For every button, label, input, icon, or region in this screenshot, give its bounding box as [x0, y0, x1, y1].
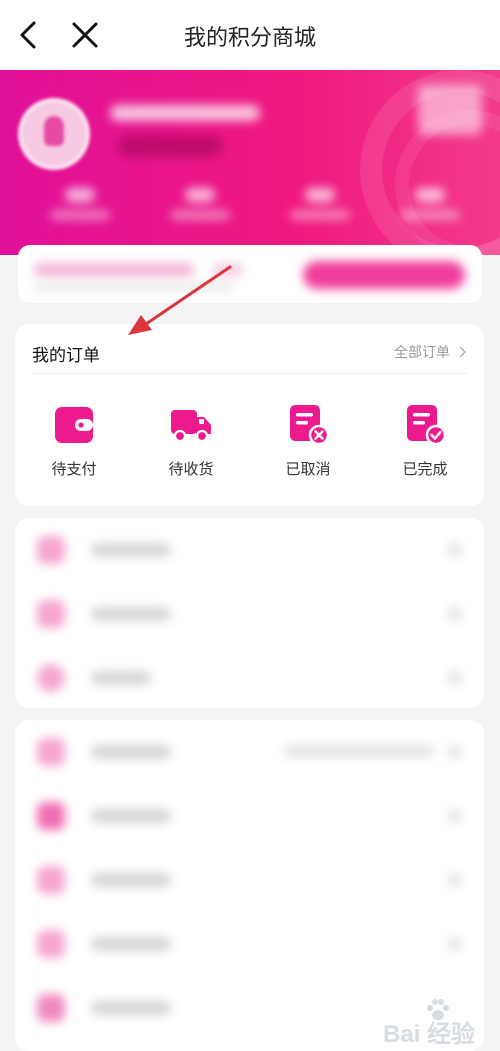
blurred-stat[interactable] — [395, 188, 465, 226]
chevron-right-icon — [448, 937, 462, 951]
baidu-watermark: Bai 经验 — [383, 998, 493, 1048]
blurred-member-badge — [118, 135, 223, 157]
order-status-label: 已完成 — [402, 460, 448, 478]
blurred-header-action[interactable] — [418, 85, 482, 135]
avatar[interactable] — [18, 98, 90, 170]
menu-row[interactable] — [15, 912, 484, 976]
chevron-right-icon — [448, 873, 462, 887]
page-title: 我的积分商城 — [183, 26, 316, 51]
menu-row[interactable] — [15, 518, 484, 582]
menu-row[interactable] — [15, 582, 484, 646]
chevron-right-icon — [448, 671, 462, 685]
blurred-banner-button[interactable] — [303, 261, 465, 289]
blurred-banner-tag — [213, 263, 243, 277]
blurred-menu-label — [91, 671, 151, 685]
blurred-menu-label — [91, 1001, 171, 1015]
blurred-menu-icon — [37, 866, 65, 894]
menu-row[interactable] — [15, 646, 484, 710]
promo-banner[interactable] — [18, 245, 482, 303]
all-orders-label: 全部订单 — [394, 345, 450, 361]
order-status-pending-delivery[interactable]: 待收货 — [141, 404, 241, 479]
chevron-right-icon — [448, 809, 462, 823]
order-status-cancelled[interactable]: 已取消 — [258, 404, 358, 479]
order-status-label: 待支付 — [51, 460, 97, 478]
divider — [32, 373, 467, 374]
order-done-icon — [407, 405, 446, 446]
chevron-right-icon — [448, 745, 462, 759]
blurred-menu-icon — [37, 600, 65, 628]
my-orders-heading: 我的订单 — [32, 346, 100, 366]
watermark-text: Bai 经验 — [383, 1021, 476, 1048]
menu-row[interactable] — [15, 720, 484, 784]
blurred-menu-icon — [37, 536, 65, 564]
wallet-icon — [55, 407, 93, 443]
order-status-label: 待收货 — [168, 460, 214, 478]
truck-icon — [171, 410, 211, 443]
blurred-banner-subtext — [34, 283, 234, 291]
my-orders-card: 我的订单 全部订单 待支付 待收货 已取消 已完成 — [15, 324, 484, 506]
blurred-menu-icon — [37, 930, 65, 958]
blurred-username — [110, 105, 260, 121]
blurred-menu-label — [91, 745, 171, 759]
blurred-stat[interactable] — [285, 188, 355, 226]
order-cancel-icon — [290, 405, 329, 446]
order-status-label: 已取消 — [285, 460, 331, 478]
blurred-menu-label — [91, 543, 171, 557]
all-orders-link[interactable]: 全部订单 — [394, 342, 466, 362]
menu-row[interactable] — [15, 784, 484, 848]
order-status-pending-payment[interactable]: 待支付 — [24, 404, 124, 479]
blurred-banner-text — [34, 263, 194, 277]
blurred-menu-label — [91, 937, 171, 951]
chevron-right-icon — [448, 607, 462, 621]
order-status-completed[interactable]: 已完成 — [375, 404, 475, 479]
menu-card — [15, 518, 484, 708]
top-nav-bar: 我的积分商城 — [0, 0, 500, 70]
blurred-menu-extra — [284, 745, 434, 757]
chevron-right-icon — [448, 543, 462, 557]
blurred-menu-icon — [37, 664, 65, 692]
blurred-menu-label — [91, 873, 171, 887]
blurred-menu-icon — [37, 802, 65, 830]
blurred-menu-icon — [37, 738, 65, 766]
blurred-menu-label — [91, 809, 171, 823]
blurred-stat[interactable] — [165, 188, 235, 226]
menu-row[interactable] — [15, 848, 484, 912]
blurred-menu-icon — [37, 994, 65, 1022]
blurred-menu-label — [91, 607, 171, 621]
chevron-right-icon — [459, 346, 466, 358]
blurred-stat[interactable] — [45, 188, 115, 226]
profile-header — [0, 70, 500, 255]
